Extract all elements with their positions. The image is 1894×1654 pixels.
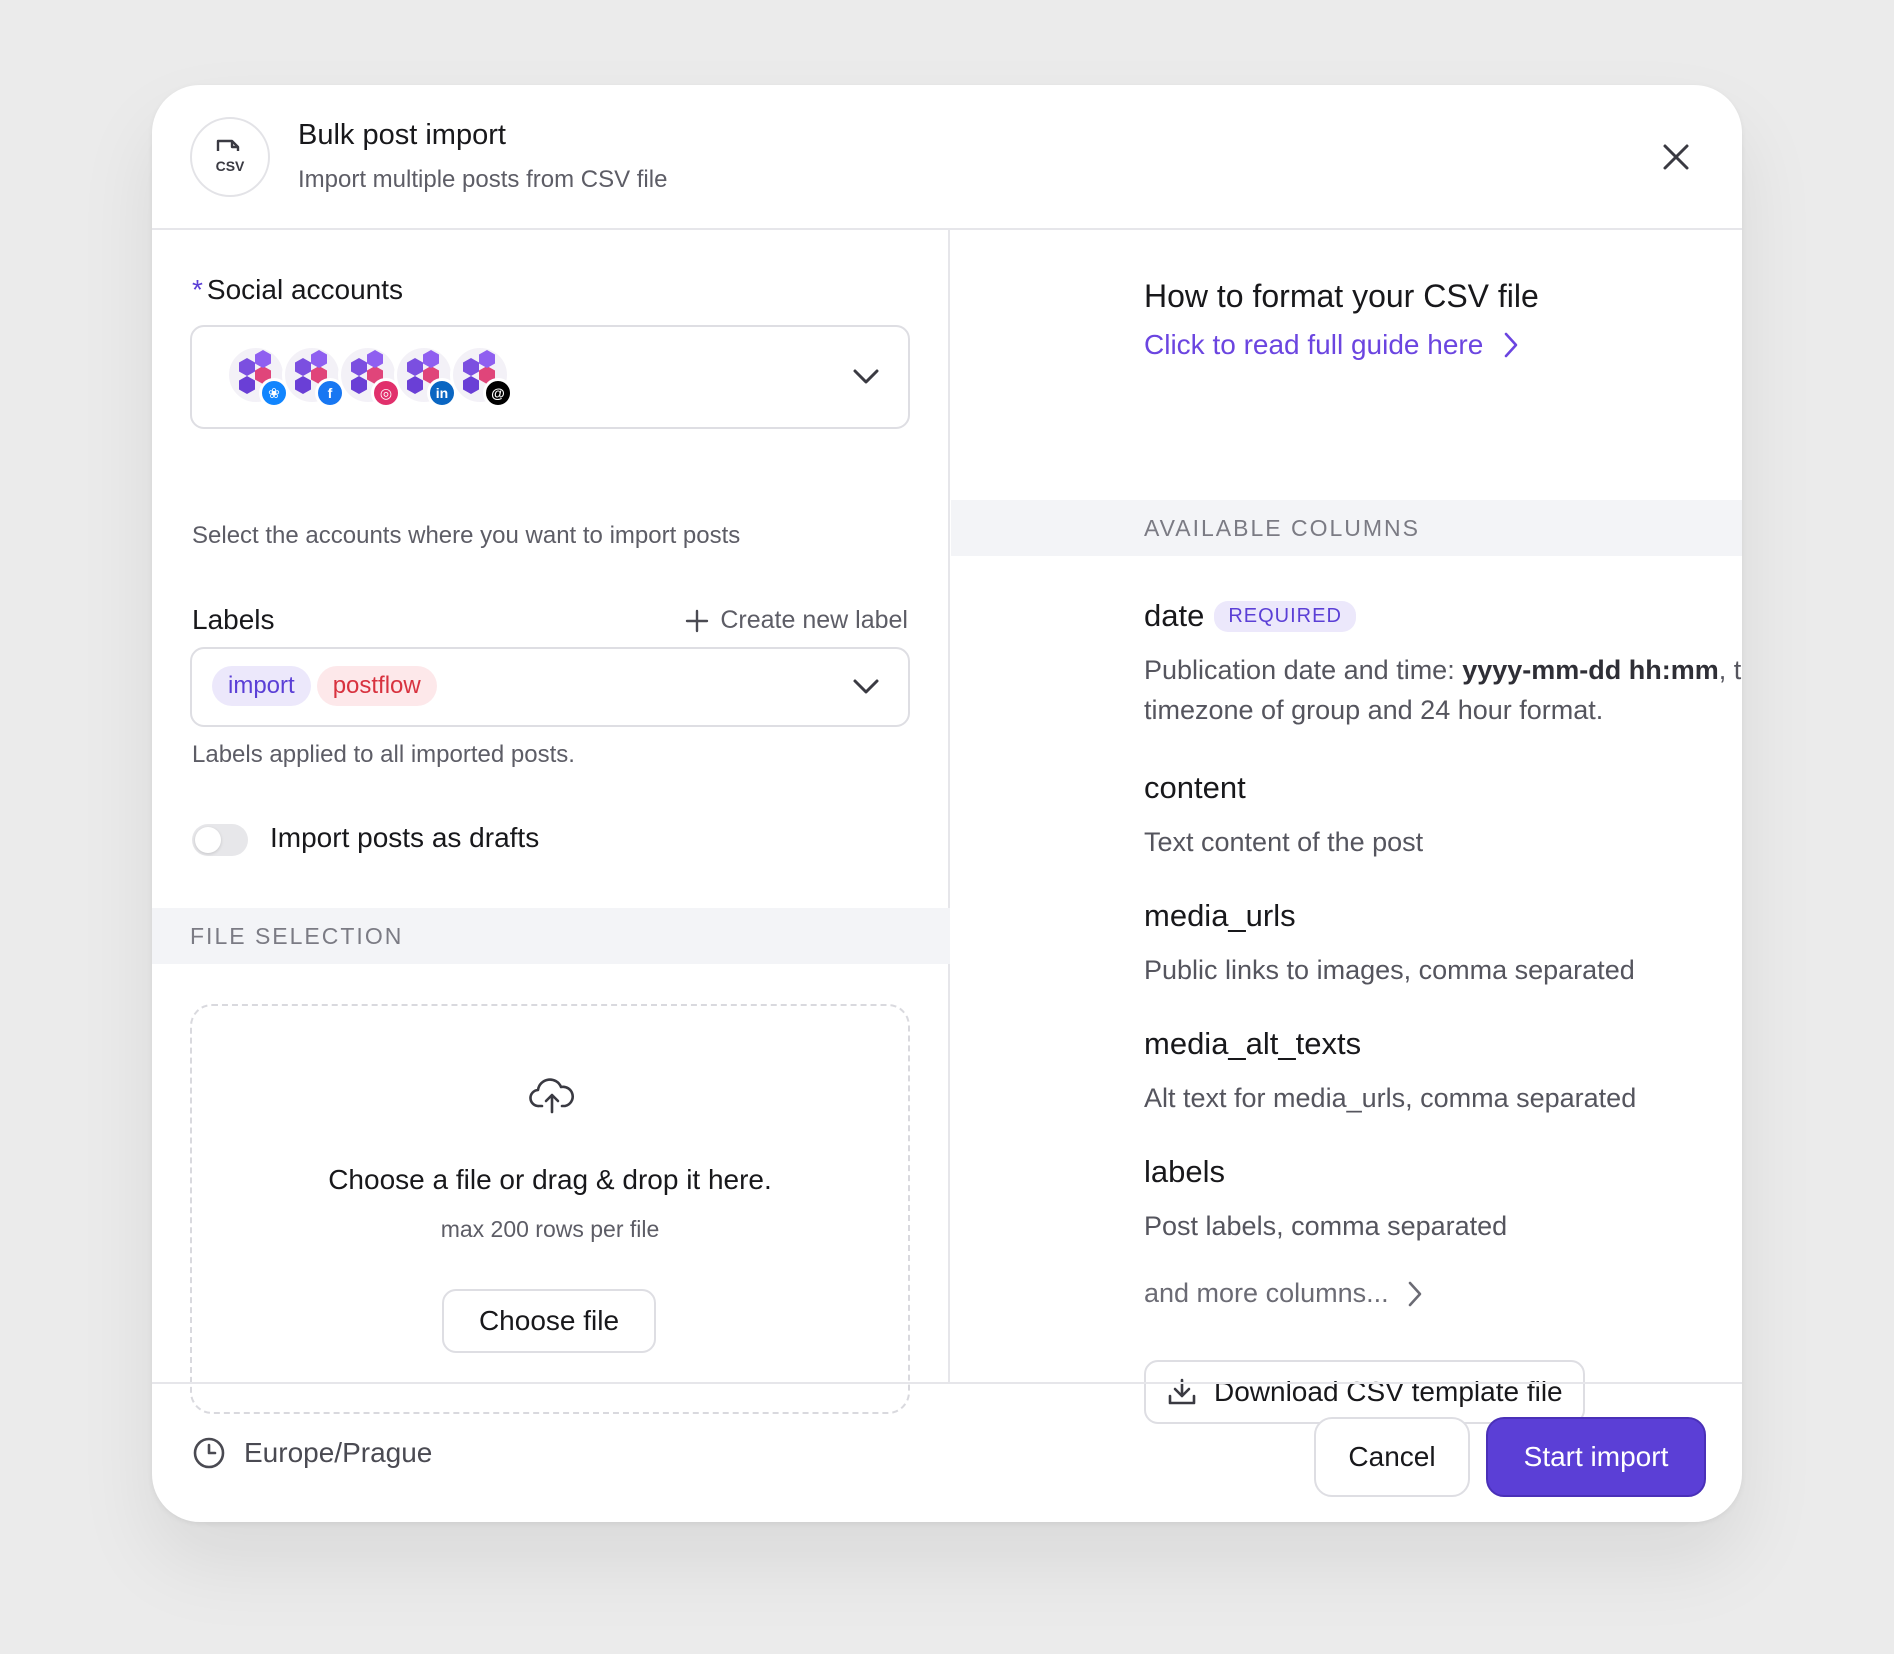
required-asterisk: * (192, 274, 203, 305)
brand-logo-shape (239, 376, 255, 394)
cancel-button[interactable]: Cancel (1314, 1417, 1470, 1497)
account-avatar-facebook: f (282, 345, 345, 408)
brand-logo-shape (351, 358, 367, 376)
brand-logo-shape (311, 350, 327, 368)
brand-logo-shape (295, 376, 311, 394)
label-chip-import[interactable]: import (212, 666, 311, 706)
clock-icon (193, 1437, 225, 1469)
account-avatars: ❀ f ◎ in @ (226, 345, 586, 415)
required-badge: REQUIRED (1214, 600, 1356, 632)
create-label-button[interactable]: Create new label (684, 606, 908, 635)
dropzone-limit: max 200 rows per file (440, 1216, 660, 1242)
dialog-footer: Europe/Prague Cancel Start import (152, 1382, 1742, 1522)
guide-link-text: Click to read full guide here (1144, 329, 1484, 360)
start-import-button[interactable]: Start import (1486, 1417, 1706, 1497)
chevron-right-icon (1504, 332, 1518, 358)
column-desc-media-urls: Public links to images, comma separated (1144, 955, 1635, 985)
brand-logo-shape (463, 376, 479, 394)
file-dropzone[interactable]: Choose a file or drag & drop it here. ma… (190, 1004, 910, 1414)
dialog-header: CSV Bulk post import Import multiple pos… (152, 85, 1742, 230)
brand-logo-shape (407, 376, 423, 394)
account-avatar-instagram: ◎ (338, 345, 401, 408)
account-avatar-threads: @ (450, 345, 513, 408)
dialog-title: Bulk post import (298, 119, 506, 151)
more-columns-text: and more columns... (1144, 1278, 1389, 1308)
chevron-down-icon (853, 679, 879, 694)
timezone-text: Europe/Prague (244, 1437, 433, 1468)
brand-logo-shape (423, 350, 439, 368)
cloud-upload-icon (529, 1078, 574, 1114)
account-avatar-bluesky: ❀ (226, 345, 289, 408)
column-name-media-urls: media_urls (1144, 898, 1296, 933)
bulk-import-dialog: CSV Bulk post import Import multiple pos… (152, 85, 1742, 1522)
create-label-text: Create new label (720, 606, 908, 634)
guide-link[interactable]: Click to read full guide here (1144, 329, 1519, 361)
social-accounts-select[interactable]: ❀ f ◎ in @ (190, 325, 910, 429)
guide-title: How to format your CSV file (1144, 278, 1539, 314)
file-selection-section-header: FILE SELECTION (152, 908, 950, 964)
brand-logo-shape (463, 358, 479, 376)
brand-logo-shape (479, 350, 495, 368)
column-name-media-alt-texts: media_alt_texts (1144, 1026, 1362, 1061)
svg-text:CSV: CSV (216, 158, 245, 174)
column-desc-date: Publication date and time: yyyy-mm-dd hh… (1144, 655, 1742, 725)
brand-logo-shape (255, 350, 271, 368)
label-chip-postflow[interactable]: postflow (316, 666, 437, 706)
brand-logo-shape (367, 350, 383, 368)
csv-file-icon: CSV (190, 117, 270, 197)
chevron-right-icon (1408, 1281, 1421, 1306)
timezone-indicator: Europe/Prague (192, 1436, 432, 1470)
threads-icon: @ (483, 378, 513, 408)
social-accounts-label: * Social accounts (192, 274, 404, 305)
brand-logo-shape (351, 376, 367, 394)
brand-logo-shape (239, 358, 255, 376)
column-desc-labels: Post labels, comma separated (1144, 1211, 1508, 1241)
toggle-knob (195, 827, 221, 853)
social-accounts-help: Select the accounts where you want to im… (192, 522, 741, 549)
choose-file-button[interactable]: Choose file (442, 1289, 656, 1353)
csv-guide-panel: How to format your CSV file Click to rea… (951, 230, 1742, 1424)
label-chips: import postflow (212, 666, 443, 706)
column-desc-content: Text content of the post (1144, 827, 1424, 857)
column-desc-media-alt-texts: Alt text for media_urls, comma separated (1144, 1083, 1637, 1113)
drafts-toggle[interactable] (192, 824, 248, 856)
brand-logo-shape (295, 358, 311, 376)
import-settings-panel: * Social accounts ❀ f ◎ in @ Select the accou… (152, 230, 950, 1414)
column-name-content: content (1144, 770, 1246, 805)
column-name-date: date REQUIRED (1144, 598, 1356, 634)
chevron-down-icon (853, 369, 879, 384)
labels-select[interactable]: import postflow (190, 647, 910, 727)
column-name-labels: labels (1144, 1154, 1225, 1189)
plus-icon (686, 609, 709, 632)
brand-logo-shape (407, 358, 423, 376)
dialog-subtitle: Import multiple posts from CSV file (298, 166, 668, 193)
drafts-toggle-label: Import posts as drafts (270, 822, 540, 853)
more-columns-link[interactable]: and more columns... (1144, 1278, 1423, 1309)
labels-help: Labels applied to all imported posts. (192, 741, 575, 768)
account-avatar-linkedin: in (394, 345, 457, 408)
close-icon[interactable] (1656, 137, 1696, 177)
column-name-text: date (1144, 598, 1205, 633)
available-columns-section-header: AVAILABLE COLUMNS (951, 500, 1742, 556)
labels-label: Labels (192, 604, 275, 635)
dropzone-title: Choose a file or drag & drop it here. (328, 1164, 772, 1195)
